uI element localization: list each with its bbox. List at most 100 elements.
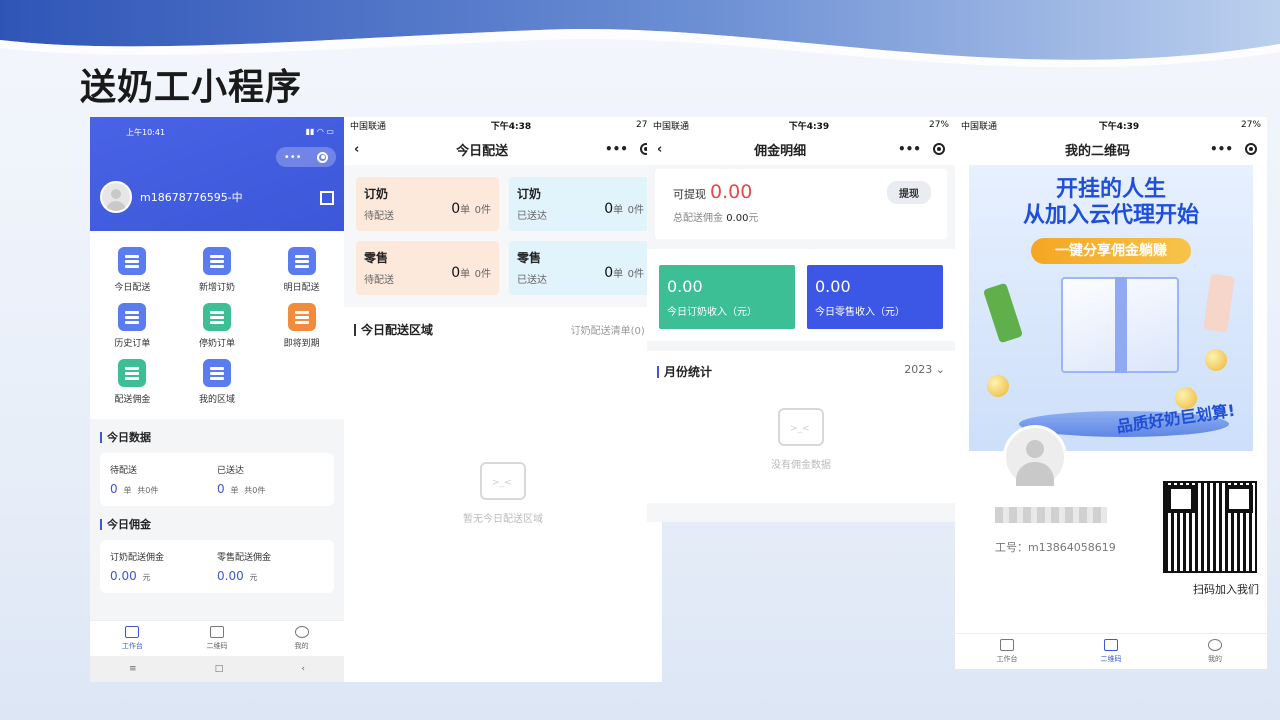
join-qr-code[interactable]: [1163, 481, 1257, 573]
delivery-tile[interactable]: 订奶 已送达 0单 0件: [509, 177, 652, 231]
battery: 27%: [1240, 120, 1261, 130]
milk-commission-stat: 订奶配送佣金 0.00 元: [110, 550, 217, 583]
close-target-icon[interactable]: [932, 143, 945, 155]
today-commission-card: 订奶配送佣金 0.00 元 零售配送佣金 0.00 元: [100, 540, 334, 593]
menu-item-icon: [118, 303, 147, 331]
milk-commission-value: 0.00: [110, 569, 137, 583]
section-title: 今日配送区域: [354, 321, 433, 338]
tab-label: 工作台: [996, 655, 1018, 663]
today-data-card: 待配送 0 单 共0件 已送达 0 单 共0件: [100, 453, 334, 506]
tile-count: 0单 0件: [604, 201, 644, 217]
close-target-icon[interactable]: [1245, 143, 1257, 155]
pending-stat: 待配送 0 单 共0件: [110, 463, 217, 496]
home-key[interactable]: □: [215, 664, 224, 674]
tile-pieces: 0件: [627, 269, 644, 280]
coin-illustration: [987, 375, 1009, 397]
menu-item[interactable]: 配送佣金: [90, 359, 175, 405]
agent-info: 工号：m13864058619 扫码加入我们: [955, 425, 1267, 617]
tile-pieces: 0件: [627, 205, 644, 216]
delivery-tile[interactable]: 订奶 待配送 0单 0件: [356, 177, 499, 231]
delivered-stat: 已送达 0 单 共0件: [217, 463, 324, 496]
delivery-tile[interactable]: 零售 待配送 0单 0件: [356, 241, 499, 295]
page-title: 送奶工小程序: [80, 67, 303, 108]
menu-item-icon: [202, 247, 231, 275]
menu-item-icon: [287, 303, 316, 331]
tab-mine[interactable]: 我的: [1163, 634, 1267, 669]
tile-count-unit: 单: [460, 269, 471, 280]
back-icon[interactable]: ‹: [657, 142, 662, 157]
avatar[interactable]: [100, 181, 132, 213]
status-bar: 中国联通 下午4:38 27%: [344, 117, 662, 133]
back-key[interactable]: ‹: [301, 664, 305, 674]
menu-item[interactable]: 历史订单: [90, 303, 175, 349]
function-menu: 今日配送 新增订奶 明日配送历史订单 停奶订单 即将到期配送佣金 我的区域: [90, 231, 344, 419]
tile-title: 订奶: [517, 187, 542, 201]
tile-count-unit: 单: [613, 205, 624, 216]
tab-workbench[interactable]: 工作台: [90, 621, 175, 656]
tile-title: 订奶: [364, 187, 389, 201]
tab-mine[interactable]: 我的: [259, 621, 344, 656]
more-icon[interactable]: •••: [605, 142, 628, 156]
menu-item[interactable]: 停奶订单: [175, 303, 260, 349]
tab-workbench[interactable]: 工作台: [955, 634, 1059, 669]
withdraw-button[interactable]: 提现: [887, 181, 931, 204]
retail-income-label: 今日零售收入（元）: [815, 307, 905, 318]
menu-key[interactable]: ≡: [129, 664, 137, 674]
milk-delivery-list-link[interactable]: 订奶配送清单(0) ›: [571, 322, 652, 337]
blurred-name: [995, 507, 1107, 523]
retail-income-value: 0.00: [815, 277, 851, 296]
section-today-commission-title: 今日佣金: [90, 506, 344, 540]
menu-item-icon: [287, 247, 316, 275]
menu-item[interactable]: 新增订奶: [175, 247, 260, 293]
pending-value: 0: [110, 482, 118, 496]
empty-box-icon: [778, 408, 824, 446]
delivered-label: 已送达: [217, 466, 245, 476]
qr-caption: 扫码加入我们: [1193, 583, 1259, 596]
empty-box-icon: [480, 462, 526, 500]
menu-item[interactable]: 明日配送: [259, 247, 344, 293]
retail-commission-unit: 元: [249, 573, 258, 582]
close-target-icon[interactable]: [317, 151, 329, 163]
nav-bar: 我的二维码 •••: [955, 133, 1267, 165]
home-icon: [125, 626, 140, 638]
status-bar: 中国联通 下午4:39 27%: [647, 117, 955, 133]
mini-program-capsule[interactable]: •••: [898, 142, 945, 156]
tile-count: 0单 0件: [451, 201, 491, 217]
more-icon[interactable]: •••: [898, 142, 921, 156]
poster-headline-2: 从加入云代理开始: [1022, 203, 1199, 229]
nav-bar: ‹ 佣金明细 •••: [647, 133, 955, 165]
mini-program-capsule[interactable]: •••: [605, 142, 652, 156]
back-icon[interactable]: ‹: [354, 142, 359, 157]
tile-count: 0单 0件: [604, 265, 644, 281]
tile-title: 零售: [364, 251, 389, 265]
status-time: 下午4:39: [788, 121, 830, 132]
mini-program-capsule[interactable]: •••: [276, 147, 336, 167]
qr-icon: [1104, 639, 1118, 651]
menu-item[interactable]: 我的区域: [175, 359, 260, 405]
status-time: 下午4:39: [1098, 121, 1140, 132]
more-icon[interactable]: •••: [284, 152, 302, 163]
bottom-tab-bar: 工作台 二维码 我的: [90, 620, 344, 656]
qr-code-icon[interactable]: [320, 191, 334, 205]
milk-income-card[interactable]: 0.00 今日订奶收入（元）: [659, 265, 795, 329]
delivery-tile[interactable]: 零售 已送达 0单 0件: [509, 241, 652, 295]
year-selector[interactable]: 2023 ⌄: [904, 363, 945, 380]
monthly-stats: 月份统计 2023 ⌄ 没有佣金数据: [647, 351, 955, 503]
tile-count: 0单 0件: [451, 265, 491, 281]
more-icon[interactable]: •••: [1210, 142, 1233, 156]
home-icon: [1000, 639, 1014, 651]
section-today-data-title: 今日数据: [90, 419, 344, 453]
nav-title: 我的二维码: [1064, 143, 1130, 159]
menu-item-icon: [118, 359, 147, 387]
coin-illustration: [1205, 349, 1227, 371]
tab-qrcode[interactable]: 二维码: [175, 621, 260, 656]
username: m18678776595-中: [140, 191, 243, 204]
retail-income-card[interactable]: 0.00 今日零售收入（元）: [807, 265, 943, 329]
menu-item-label: 明日配送: [283, 283, 320, 293]
phone-commission-detail-screen: 中国联通 下午4:39 27% ‹ 佣金明细 ••• 可提现 0.00 总配送佣金…: [647, 117, 955, 522]
menu-item[interactable]: 即将到期: [259, 303, 344, 349]
menu-item[interactable]: 今日配送: [90, 247, 175, 293]
tab-qrcode[interactable]: 二维码: [1059, 634, 1163, 669]
mini-program-capsule[interactable]: •••: [1210, 142, 1257, 156]
delivery-tiles: 订奶 待配送 0单 0件 订奶 已送达 0单 0件 零售 待配送 0单 0件 零售 已送达 0单 0件: [344, 165, 662, 307]
